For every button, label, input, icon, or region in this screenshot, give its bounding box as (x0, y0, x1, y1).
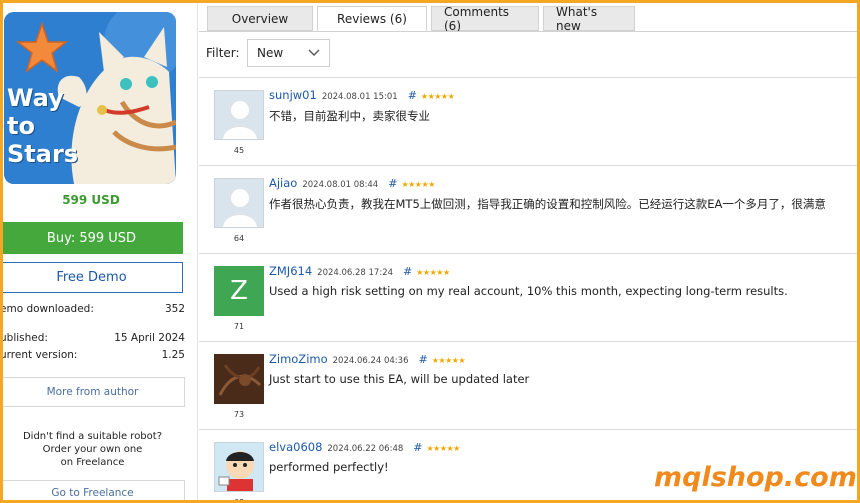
review-meta: Ajiao 2024.08.01 08:44 # ★★★★★ (269, 176, 435, 190)
review-item: Z 71 ZMJ614 2024.06.28 17:24 # ★★★★★ Use… (199, 253, 860, 341)
filter-label: Filter: (206, 46, 240, 60)
stat-demo-downloaded: emo downloaded: 352 (0, 303, 185, 315)
stat-label: ublished: (0, 332, 48, 344)
review-permalink[interactable]: # (419, 353, 428, 366)
reviews-list: 45 sunjw01 2024.08.01 15:01 # ★★★★★ 不错，目… (199, 77, 860, 503)
product-price: 599 USD (62, 193, 120, 207)
review-text: Used a high risk setting on my real acco… (269, 284, 788, 298)
go-to-freelance-button[interactable]: Go to Freelance (0, 480, 185, 503)
filter-value: New (257, 46, 284, 60)
review-meta: sunjw01 2024.08.01 15:01 # ★★★★★ (269, 88, 455, 102)
review-item: 64 Ajiao 2024.08.01 08:44 # ★★★★★ 作者很热心负… (199, 165, 860, 253)
cover-title-line: Way (7, 84, 64, 112)
user-avatar-letter[interactable]: Z (214, 266, 264, 316)
product-cover-image: Way to Stars (4, 12, 176, 184)
freelance-prompt-line: Order your own one (42, 444, 143, 455)
stat-value: 15 April 2024 (114, 332, 185, 344)
star-rating-icon: ★★★★★ (416, 268, 450, 277)
review-date: 2024.06.28 17:24 (317, 268, 394, 278)
review-username[interactable]: elva0608 (269, 440, 322, 454)
review-date: 2024.08.01 08:44 (302, 180, 379, 190)
star-rating-icon: ★★★★★ (426, 444, 460, 453)
review-text: 作者很热心负责，教我在MT5上做回测，指导我正确的设置和控制风险。已经运行这款E… (269, 197, 826, 211)
review-meta: ZimoZimo 2024.06.24 04:36 # ★★★★★ (269, 352, 466, 366)
product-sidebar: Way to Stars 599 USD Buy: 599 USD Free D… (0, 0, 198, 503)
review-text: Just start to use this EA, will be updat… (269, 372, 530, 386)
user-avatar-placeholder-icon[interactable] (214, 90, 264, 140)
star-rating-icon: ★★★★★ (431, 356, 466, 365)
product-tabs: Overview Reviews (6) Comments (6) What's… (207, 5, 639, 33)
stat-current-version: urrent version: 1.25 (0, 349, 185, 361)
stat-value: 1.25 (161, 349, 185, 361)
user-avatar-placeholder-icon[interactable] (214, 178, 264, 228)
review-meta: ZMJ614 2024.06.28 17:24 # ★★★★★ (269, 264, 450, 278)
review-date: 2024.06.24 04:36 (332, 356, 409, 366)
tab-overview[interactable]: Overview (207, 6, 313, 31)
review-permalink[interactable]: # (413, 441, 422, 454)
review-meta: elva0608 2024.06.22 06:48 # ★★★★★ (269, 440, 460, 454)
review-date: 2024.08.01 15:01 (321, 92, 398, 102)
star-rating-icon: ★★★★★ (401, 180, 435, 189)
review-item: 73 ZimoZimo 2024.06.24 04:36 # ★★★★★ Jus… (199, 341, 860, 429)
review-username[interactable]: sunjw01 (269, 88, 317, 102)
user-rating-score: 73 (233, 410, 245, 419)
freelance-prompt: Didn't find a suitable robot? Order your… (0, 430, 185, 469)
review-username[interactable]: Ajiao (269, 176, 297, 190)
freelance-prompt-line: on Freelance (60, 457, 125, 468)
watermark: mqlshop.com (654, 462, 857, 493)
user-rating-score: 64 (233, 234, 245, 243)
free-demo-button[interactable]: Free Demo (0, 262, 183, 293)
user-rating-score: 71 (233, 322, 245, 331)
user-rating-score: 45 (233, 146, 245, 155)
freelance-prompt-line: Didn't find a suitable robot? (22, 431, 163, 442)
review-text: 不错，目前盈利中，卖家很专业 (269, 109, 430, 123)
review-item: 45 sunjw01 2024.08.01 15:01 # ★★★★★ 不错，目… (199, 77, 860, 165)
buy-button[interactable]: Buy: 599 USD (0, 222, 183, 254)
review-permalink[interactable]: # (388, 177, 397, 190)
cover-title-line: Stars (7, 140, 79, 168)
user-avatar-photo-icon[interactable] (214, 354, 264, 404)
filter-select[interactable]: New (247, 39, 330, 67)
review-permalink[interactable]: # (408, 89, 417, 102)
tab-reviews[interactable]: Reviews (6) (317, 6, 427, 31)
more-from-author-button[interactable]: More from author (0, 377, 185, 407)
stat-value: 352 (164, 303, 185, 315)
tab-comments[interactable]: Comments (6) (431, 5, 539, 33)
review-username[interactable]: ZMJ614 (269, 264, 312, 278)
user-rating-score: 68 (233, 498, 245, 503)
stat-label: urrent version: (0, 349, 78, 361)
review-text: performed perfectly! (269, 460, 389, 474)
tab-whats-new[interactable]: What's new (543, 5, 635, 33)
cover-title-line: to (7, 112, 35, 140)
star-rating-icon: ★★★★★ (420, 92, 455, 101)
stat-published: ublished: 15 April 2024 (0, 332, 185, 344)
tab-divider (199, 31, 860, 32)
stat-label: emo downloaded: (0, 303, 94, 315)
review-permalink[interactable]: # (403, 265, 412, 278)
user-avatar-cartoon-icon[interactable] (214, 442, 264, 492)
review-date: 2024.06.22 06:48 (327, 444, 404, 454)
review-username[interactable]: ZimoZimo (269, 352, 328, 366)
chevron-down-icon (308, 49, 320, 56)
